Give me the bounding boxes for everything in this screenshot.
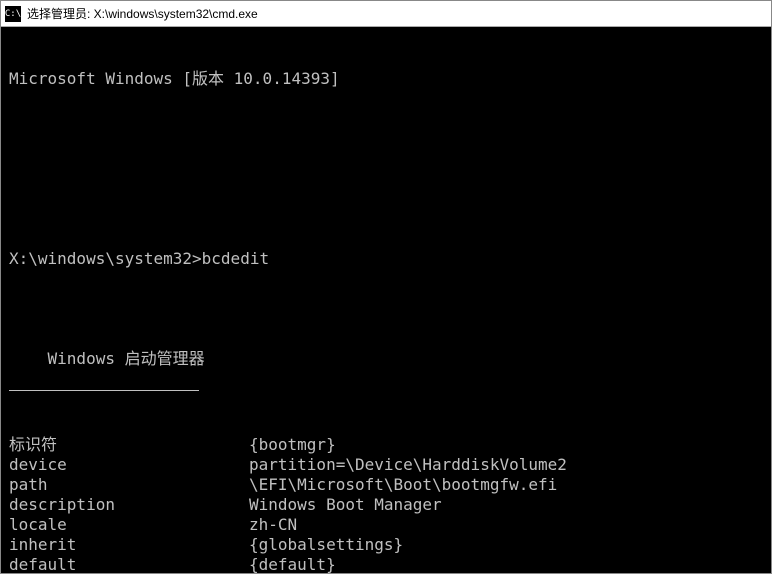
row-value: {default} [249,555,763,573]
cmd-icon: C:\ [5,6,21,22]
section1-title: Windows 启动管理器 [48,349,205,369]
row-key: inherit [9,535,249,555]
output-row: default{default} [9,555,763,573]
row-key: 标识符 [9,435,249,455]
terminal-output[interactable]: Microsoft Windows [版本 10.0.14393] X:\win… [1,27,771,573]
row-key: locale [9,515,249,535]
row-value: {globalsettings} [249,535,763,555]
output-row: 标识符{bootmgr} [9,435,763,455]
row-key: device [9,455,249,475]
row-value: zh-CN [249,515,763,535]
row-value: partition=\Device\HarddiskVolume2 [249,455,763,475]
output-row: descriptionWindows Boot Manager [9,495,763,515]
row-key: description [9,495,249,515]
row-key: default [9,555,249,573]
row-key: path [9,475,249,495]
version-line: Microsoft Windows [版本 10.0.14393] [9,69,763,89]
titlebar[interactable]: C:\ 选择管理员: X:\windows\system32\cmd.exe [1,1,771,27]
output-row: inherit{globalsettings} [9,535,763,555]
section1-rule [9,390,199,391]
window-title: 选择管理员: X:\windows\system32\cmd.exe [27,5,258,22]
section1-rows: 标识符{bootmgr}devicepartition=\Device\Hard… [9,435,763,573]
output-row: path\EFI\Microsoft\Boot\bootmgfw.efi [9,475,763,495]
output-row: devicepartition=\Device\HarddiskVolume2 [9,455,763,475]
cmd-window: C:\ 选择管理员: X:\windows\system32\cmd.exe M… [0,0,772,574]
prompt-line: X:\windows\system32>bcdedit [9,249,763,269]
row-value: {bootmgr} [249,435,763,455]
row-value: Windows Boot Manager [249,495,763,515]
row-value: \EFI\Microsoft\Boot\bootmgfw.efi [249,475,763,495]
output-row: localezh-CN [9,515,763,535]
